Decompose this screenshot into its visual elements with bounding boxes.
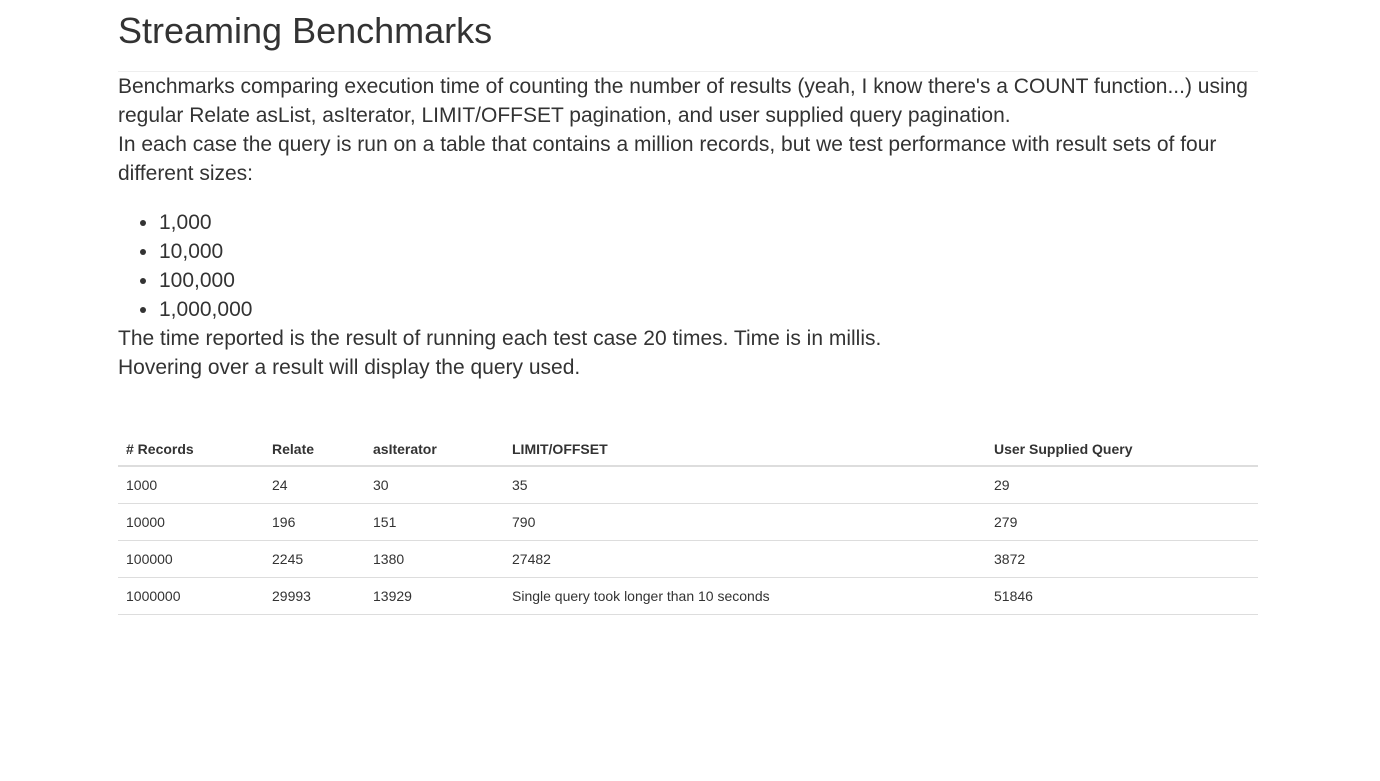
- header-asiterator: asIterator: [365, 427, 504, 467]
- list-item: 100,000: [159, 266, 1258, 295]
- cell-records: 1000000: [118, 577, 264, 615]
- header-limit-offset: LIMIT/OFFSET: [504, 427, 986, 467]
- table-row: 1000000 29993 13929 Single query took lo…: [118, 577, 1258, 615]
- intro-paragraph: Benchmarks comparing execution time of c…: [118, 75, 1248, 127]
- hover-paragraph: Hovering over a result will display the …: [118, 356, 581, 379]
- benchmark-table: # Records Relate asIterator LIMIT/OFFSET…: [118, 427, 1258, 615]
- cell-asiterator[interactable]: 151: [365, 503, 504, 541]
- cell-limit-offset[interactable]: 35: [504, 466, 986, 504]
- cell-user-query[interactable]: 3872: [986, 540, 1258, 578]
- cell-user-query[interactable]: 279: [986, 503, 1258, 541]
- cell-relate[interactable]: 29993: [264, 577, 365, 615]
- cell-limit-offset[interactable]: 27482: [504, 540, 986, 578]
- cell-records: 1000: [118, 466, 264, 504]
- time-paragraph: The time reported is the result of runni…: [118, 327, 882, 350]
- cell-asiterator[interactable]: 1380: [365, 540, 504, 578]
- cell-relate[interactable]: 2245: [264, 540, 365, 578]
- list-item: 1,000,000: [159, 295, 1258, 324]
- case-paragraph: In each case the query is run on a table…: [118, 133, 1217, 185]
- cell-asiterator[interactable]: 30: [365, 466, 504, 504]
- cell-asiterator[interactable]: 13929: [365, 577, 504, 615]
- cell-records: 10000: [118, 503, 264, 541]
- cell-limit-offset[interactable]: 790: [504, 503, 986, 541]
- table-row: 100000 2245 1380 27482 3872: [118, 540, 1258, 578]
- cell-relate[interactable]: 24: [264, 466, 365, 504]
- list-item: 10,000: [159, 237, 1258, 266]
- page-title: Streaming Benchmarks: [118, 10, 493, 51]
- cell-limit-offset[interactable]: Single query took longer than 10 seconds: [504, 577, 986, 615]
- cell-records: 100000: [118, 540, 264, 578]
- table-header-row: # Records Relate asIterator LIMIT/OFFSET…: [118, 427, 1258, 467]
- table-row: 1000 24 30 35 29: [118, 466, 1258, 504]
- cell-relate[interactable]: 196: [264, 503, 365, 541]
- main-content: Streaming Benchmarks Benchmarks comparin…: [118, 0, 1258, 615]
- header-user-query: User Supplied Query: [986, 427, 1258, 467]
- result-size-list: 1,000 10,000 100,000 1,000,000: [118, 208, 1258, 324]
- cell-user-query[interactable]: 51846: [986, 577, 1258, 615]
- header-relate: Relate: [264, 427, 365, 467]
- cell-user-query[interactable]: 29: [986, 466, 1258, 504]
- list-item: 1,000: [159, 208, 1258, 237]
- table-row: 10000 196 151 790 279: [118, 503, 1258, 541]
- header-records: # Records: [118, 427, 264, 467]
